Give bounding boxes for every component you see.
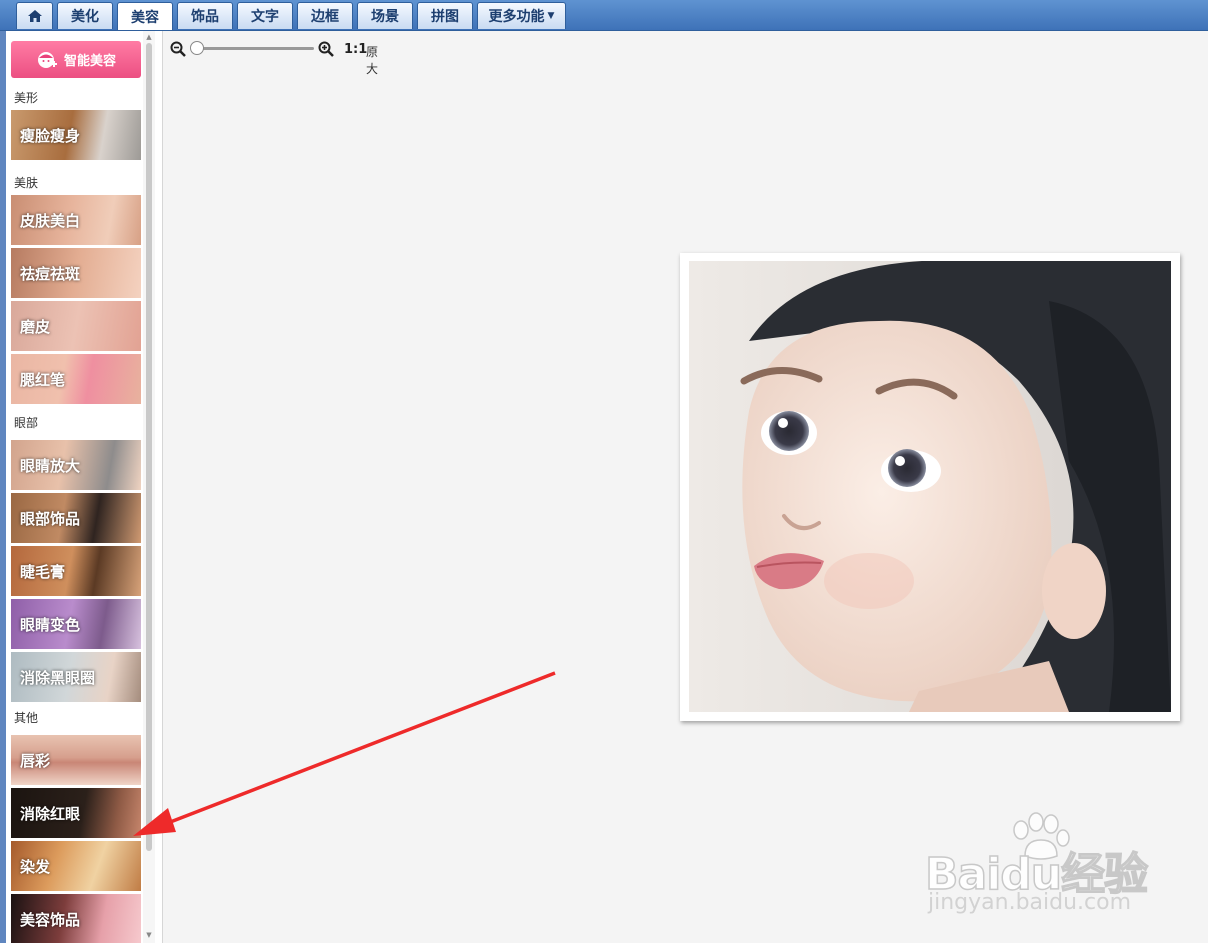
red-annotation-arrow bbox=[133, 671, 556, 836]
baidu-jingyan-watermark: Baidu经验 jingyan.baidu.com bbox=[924, 812, 1185, 922]
watermark-url: jingyan.baidu.com bbox=[928, 890, 1132, 915]
